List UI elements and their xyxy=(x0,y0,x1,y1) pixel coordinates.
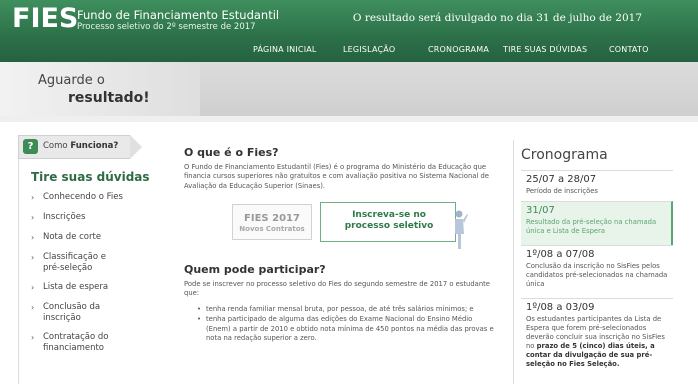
schedule-entry: 1º/08 a 07/08 Conclusão da inscrição no … xyxy=(521,245,673,297)
site-header: FIES Fundo de Financiamento Estudantil P… xyxy=(0,0,698,62)
who-can-participate-intro: Pode se inscrever no processo seletivo d… xyxy=(184,280,490,298)
schedule-entry-highlighted: 31/07 Resultado da pré-seleção na chamad… xyxy=(521,201,673,245)
banner-divider xyxy=(0,116,698,122)
faq-item-conclusion[interactable]: › Conclusão da inscrição xyxy=(31,302,161,324)
faq-item-knowing-fies[interactable]: › Conhecendo o Fies xyxy=(31,192,161,203)
faq-item-label-cont: inscrição xyxy=(43,313,81,323)
what-is-fies-text: O Fundo de Financiamento Estudantil (Fie… xyxy=(184,163,489,190)
nav-faq[interactable]: TIRE SUAS DÚVIDAS xyxy=(503,45,587,54)
faq-item-label-cont: financiamento xyxy=(43,343,105,353)
schedule-desc: Resultado da pré-seleção na chamada únic… xyxy=(526,218,657,235)
nav-home[interactable]: PÁGINA INICIAL xyxy=(253,45,317,54)
result-banner: Aguarde o resultado! xyxy=(0,62,698,116)
banner-fade xyxy=(0,62,200,116)
bullet-icon: › xyxy=(31,333,35,342)
faq-item-label: Conhecendo o Fies xyxy=(43,192,123,202)
nav-legislation[interactable]: LEGISLAÇÃO xyxy=(343,45,395,54)
sidebar-divider xyxy=(18,159,19,384)
bullet-icon: › xyxy=(31,213,35,222)
schedule-date: 25/07 a 28/07 xyxy=(526,174,597,185)
faq-item-cutoff[interactable]: › Nota de corte xyxy=(31,232,161,243)
how-it-works-bold: Funciona? xyxy=(70,141,119,151)
schedule-date: 1º/08 a 03/09 xyxy=(526,302,595,313)
bullet-icon: › xyxy=(31,233,35,242)
bullet-icon: › xyxy=(31,303,35,312)
faq-item-waiting-list[interactable]: › Lista de espera xyxy=(31,282,161,293)
faq-item-label: Classificação e xyxy=(43,252,106,262)
requirement-item: • tenha participado de alguma das ediçõe… xyxy=(197,315,497,343)
bullet-icon: › xyxy=(31,193,35,202)
faq-item-label: Nota de corte xyxy=(43,232,102,242)
how-it-works-prefix: Como xyxy=(43,141,68,151)
schedule-entry: 1º/08 a 03/09 Os estudantes participante… xyxy=(521,298,673,384)
schedule-desc-bold: prazo de 5 (cinco) dias úteis, a contar … xyxy=(526,342,655,368)
fies-box-subtitle: Novos Contratos xyxy=(239,225,305,233)
faq-item-label-cont: pré-seleção xyxy=(43,263,93,273)
schedule-desc: Conclusão da inscrição no SisFies pelos … xyxy=(526,262,668,288)
faq-item-label: Contratação do xyxy=(43,332,109,342)
who-can-participate-heading: Quem pode participar? xyxy=(184,263,326,276)
person-icon xyxy=(455,210,468,249)
schedule-entry: 25/07 a 28/07 Período de inscrições xyxy=(521,170,673,200)
schedule-date: 31/07 xyxy=(526,205,555,216)
banner-text-line1: Aguarde o xyxy=(38,73,105,88)
faq-item-label: Lista de espera xyxy=(43,282,109,292)
bullet-icon: › xyxy=(31,283,35,292)
schedule-desc: Período de inscrições xyxy=(526,187,598,195)
schedule-divider xyxy=(513,140,514,384)
subscribe-button[interactable]: Inscreva-se no processo seletivo xyxy=(320,202,456,242)
how-it-works-label: Como Funciona? xyxy=(43,141,118,151)
bullet-icon: • xyxy=(197,305,202,313)
faq-item-label: Conclusão da xyxy=(43,302,101,312)
nav-schedule[interactable]: CRONOGRAMA xyxy=(428,45,489,54)
subscribe-label: Inscreva-se no processo seletivo xyxy=(344,210,434,231)
faq-item-contract[interactable]: › Contratação do financiamento xyxy=(31,332,161,354)
schedule-heading: Cronograma xyxy=(521,147,608,163)
faq-list: › Conhecendo o Fies › Inscrições › Nota … xyxy=(31,192,161,354)
requirements-list: • tenha renda familiar mensal bruta, por… xyxy=(197,305,497,344)
requirement-text: tenha participado de alguma das edições … xyxy=(206,315,494,342)
site-subtitle: Processo seletivo do 2º semestre de 2017 xyxy=(77,22,256,32)
bullet-icon: • xyxy=(197,315,202,324)
banner-text-line2: resultado! xyxy=(68,90,150,106)
faq-item-label: Inscrições xyxy=(43,212,86,222)
requirement-text: tenha renda familiar mensal bruta, por p… xyxy=(206,305,474,313)
fies-2017-box[interactable]: FIES 2017 Novos Contratos xyxy=(232,204,312,240)
schedule-desc: Os estudantes participantes da Lista de … xyxy=(526,315,668,369)
main-nav: PÁGINA INICIAL LEGISLAÇÃO CRONOGRAMA TIR… xyxy=(0,40,698,62)
result-announcement: O resultado será divulgado no dia 31 de … xyxy=(352,12,642,24)
question-icon: ? xyxy=(23,139,38,154)
schedule-date: 1º/08 a 07/08 xyxy=(526,249,595,260)
what-is-fies-heading: O que é o Fies? xyxy=(184,146,279,159)
faq-heading: Tire suas dúvidas xyxy=(31,170,150,184)
requirement-item: • tenha renda familiar mensal bruta, por… xyxy=(197,305,497,314)
site-title: Fundo de Financiamento Estudantil xyxy=(77,8,280,22)
faq-item-classification[interactable]: › Classificação e pré-seleção xyxy=(31,252,161,274)
fies-logo[interactable]: FIES xyxy=(12,3,78,34)
how-it-works-arrow xyxy=(130,135,142,159)
fies-box-title: FIES 2017 xyxy=(244,213,300,224)
faq-item-subscriptions[interactable]: › Inscrições xyxy=(31,212,161,223)
nav-contact[interactable]: CONTATO xyxy=(609,45,649,54)
bullet-icon: › xyxy=(31,253,35,262)
how-it-works-button[interactable]: ? Como Funciona? xyxy=(18,135,146,159)
